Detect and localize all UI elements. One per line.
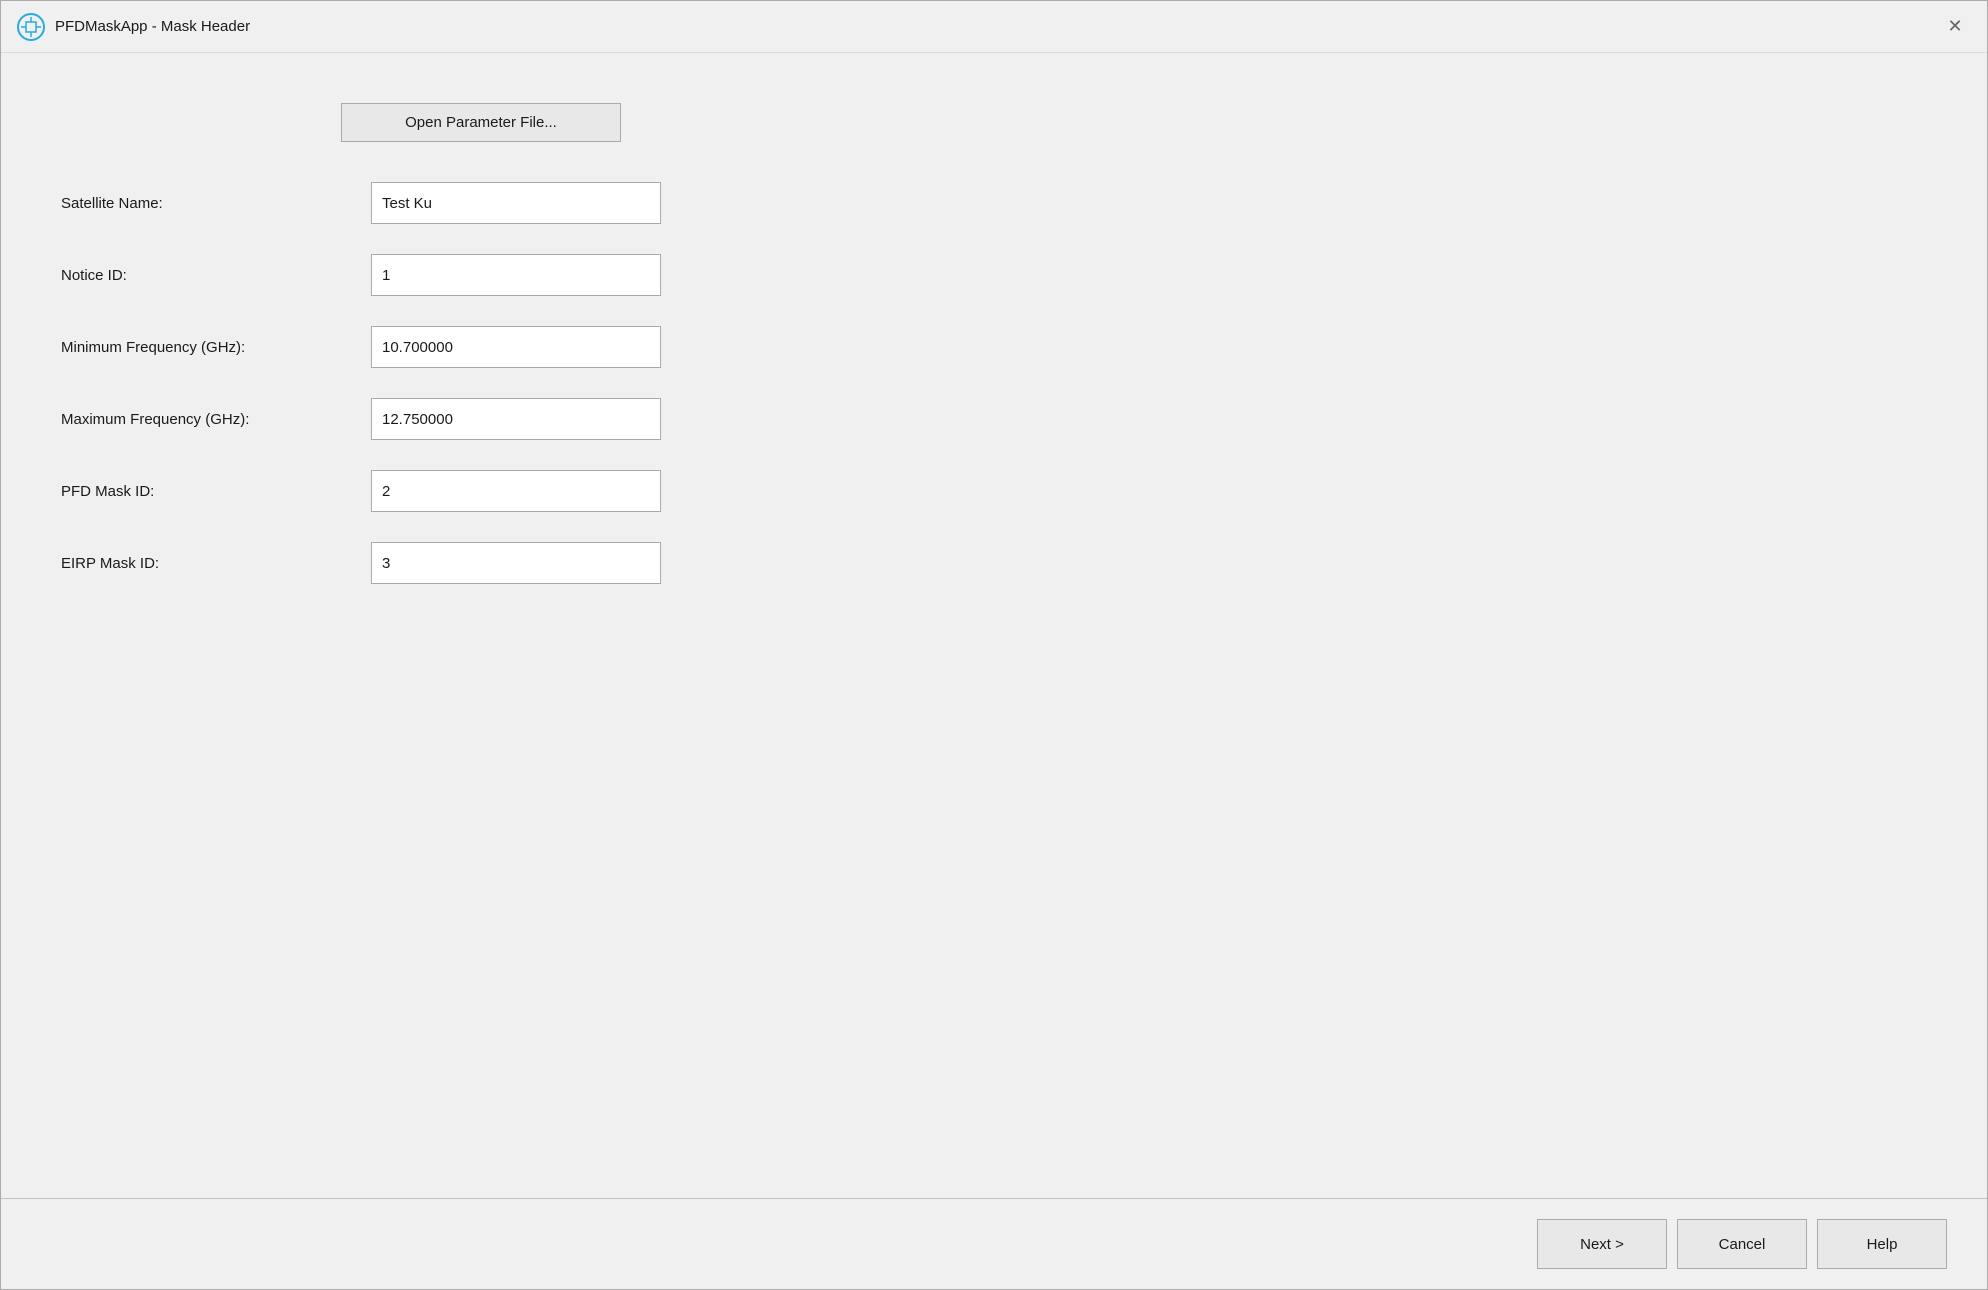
open-param-row: Open Parameter File... [61,103,1927,142]
label-max-freq: Maximum Frequency (GHz): [61,411,371,428]
window-title: PFDMaskApp - Mask Header [55,18,250,35]
cancel-button[interactable]: Cancel [1677,1219,1807,1269]
title-bar: PFDMaskApp - Mask Header ✕ [1,1,1987,53]
form-row-notice-id: Notice ID: [61,254,1927,296]
app-icon [17,13,45,41]
form-row-min-freq: Minimum Frequency (GHz): [61,326,1927,368]
next-button[interactable]: Next > [1537,1219,1667,1269]
input-pfd-mask-id[interactable] [371,470,661,512]
input-satellite-name[interactable] [371,182,661,224]
close-button[interactable]: ✕ [1939,11,1971,43]
form-row-max-freq: Maximum Frequency (GHz): [61,398,1927,440]
input-min-freq[interactable] [371,326,661,368]
label-min-freq: Minimum Frequency (GHz): [61,339,371,356]
form-row-eirp-mask-id: EIRP Mask ID: [61,542,1927,584]
input-notice-id[interactable] [371,254,661,296]
label-eirp-mask-id: EIRP Mask ID: [61,555,371,572]
open-parameter-file-button[interactable]: Open Parameter File... [341,103,621,142]
title-bar-left: PFDMaskApp - Mask Header [17,13,250,41]
content-area: Open Parameter File... Satellite Name: No… [1,53,1987,1198]
form-row-satellite-name: Satellite Name: [61,182,1927,224]
label-pfd-mask-id: PFD Mask ID: [61,483,371,500]
input-eirp-mask-id[interactable] [371,542,661,584]
help-button[interactable]: Help [1817,1219,1947,1269]
form-row-pfd-mask-id: PFD Mask ID: [61,470,1927,512]
label-satellite-name: Satellite Name: [61,195,371,212]
footer: Next > Cancel Help [1,1199,1987,1289]
label-notice-id: Notice ID: [61,267,371,284]
form-fields: Satellite Name: Notice ID: Minimum Frequen… [61,182,1927,584]
input-max-freq[interactable] [371,398,661,440]
main-window: PFDMaskApp - Mask Header ✕ Open Paramete… [0,0,1988,1290]
